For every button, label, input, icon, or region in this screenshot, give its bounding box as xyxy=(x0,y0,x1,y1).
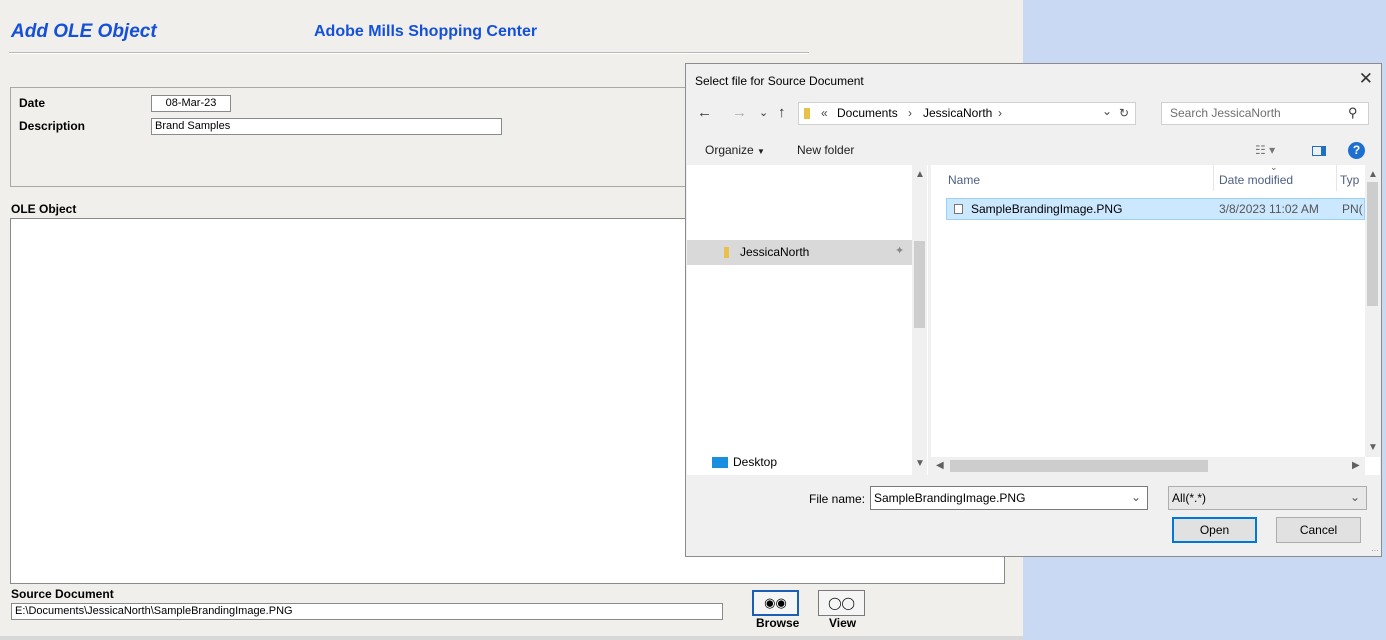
desktop-icon xyxy=(712,457,728,468)
form-title: Add OLE Object xyxy=(11,21,157,42)
breadcrumb-jessicanorth[interactable]: JessicaNorth xyxy=(923,103,992,124)
folder-icon xyxy=(804,108,810,119)
chevron-down-icon[interactable]: ⌄ xyxy=(1350,486,1360,508)
date-label: Date xyxy=(19,96,46,110)
search-input[interactable]: Search JessicaNorth xyxy=(1161,102,1369,125)
filter-value: All(*.*) xyxy=(1172,491,1207,505)
source-document-label: Source Document xyxy=(11,587,114,601)
column-header-date[interactable]: Date modified xyxy=(1219,173,1293,187)
scroll-up-icon[interactable]: ▲ xyxy=(1368,169,1378,180)
file-scroll-thumb[interactable] xyxy=(1367,182,1378,306)
description-label: Description xyxy=(19,119,86,133)
chevron-down-icon[interactable]: ⌄ xyxy=(1131,486,1141,508)
file-list-pane[interactable]: Name Date modified ⌄ Typ SampleBrandingI… xyxy=(931,162,1380,475)
search-icon[interactable]: ⚲ xyxy=(1348,105,1358,121)
scroll-left-icon[interactable]: ◀ xyxy=(936,460,944,471)
recent-locations-icon[interactable]: ⌄ xyxy=(759,106,768,119)
nav-item-label: Desktop xyxy=(733,455,778,469)
scroll-up-icon[interactable]: ▲ xyxy=(915,169,925,180)
nav-scroll-thumb[interactable] xyxy=(914,241,925,328)
column-divider xyxy=(1336,165,1337,191)
browse-button-label[interactable]: Browse xyxy=(756,616,799,630)
breadcrumb-documents[interactable]: Documents xyxy=(837,103,898,124)
file-name: SampleBrandingImage.PNG xyxy=(971,202,1123,216)
file-name-input[interactable]: SampleBrandingImage.PNG ⌄ xyxy=(870,486,1148,510)
sort-chevron-icon: ⌄ xyxy=(1270,162,1278,172)
file-name-label: File name: xyxy=(809,492,866,506)
column-divider xyxy=(1213,165,1214,191)
image-file-icon xyxy=(954,204,963,214)
status-strip xyxy=(0,636,1023,640)
file-open-dialog: Select file for Source Document ✕ ← → ⌄ … xyxy=(685,63,1382,557)
binoculars-icon: ◉◉ xyxy=(764,595,787,610)
help-icon[interactable]: ? xyxy=(1348,142,1365,159)
ole-object-label: OLE Object xyxy=(11,202,77,216)
new-folder-button[interactable]: New folder xyxy=(797,143,854,157)
view-options-icon[interactable]: ☷ ▾ xyxy=(1255,143,1275,157)
view-button-label[interactable]: View xyxy=(829,616,856,630)
description-field[interactable]: Brand Samples xyxy=(151,118,502,135)
title-divider xyxy=(9,52,809,54)
column-header-type[interactable]: Typ xyxy=(1340,173,1359,187)
scroll-right-icon[interactable]: ▶ xyxy=(1352,460,1360,471)
command-bar: Organize ▼ New folder ☷ ▾ ? xyxy=(686,138,1381,164)
breadcrumb-separator-icon: › xyxy=(908,106,912,120)
file-name-value: SampleBrandingImage.PNG xyxy=(874,491,1026,505)
cancel-button[interactable]: Cancel xyxy=(1276,517,1361,543)
browse-button[interactable]: ◉◉ xyxy=(752,590,799,616)
resize-grip-icon[interactable]: ⋯ xyxy=(1371,546,1379,555)
navigation-pane[interactable]: JessicaNorth ✦ Desktop ▲ ▼ xyxy=(687,165,928,475)
dialog-title: Select file for Source Document xyxy=(695,74,864,88)
up-icon[interactable]: ↑ xyxy=(778,104,786,121)
back-icon[interactable]: ← xyxy=(697,104,712,121)
address-bar[interactable]: « Documents › JessicaNorth › ⌄ ↻ xyxy=(798,102,1136,125)
address-dropdown-icon[interactable]: ⌄ xyxy=(1102,101,1112,122)
refresh-icon[interactable]: ↻ xyxy=(1119,103,1129,124)
view-button[interactable]: ◯◯ xyxy=(818,590,865,616)
dropdown-icon: ▼ xyxy=(757,147,765,156)
pin-icon[interactable]: ✦ xyxy=(895,244,904,257)
scroll-down-icon[interactable]: ▼ xyxy=(1368,442,1378,453)
organize-menu[interactable]: Organize ▼ xyxy=(705,143,765,157)
file-type-filter[interactable]: All(*.*) ⌄ xyxy=(1168,486,1367,510)
scroll-down-icon[interactable]: ▼ xyxy=(915,458,925,469)
folder-icon xyxy=(724,247,729,258)
nav-item-label: JessicaNorth xyxy=(740,245,810,259)
nav-item-jessicanorth[interactable]: JessicaNorth ✦ xyxy=(687,240,912,265)
source-document-field[interactable]: E:\Documents\JessicaNorth\SampleBranding… xyxy=(11,603,723,620)
close-icon[interactable]: ✕ xyxy=(1359,69,1373,89)
glasses-icon: ◯◯ xyxy=(828,596,855,610)
nav-scrollbar[interactable]: ▲ ▼ xyxy=(912,165,927,475)
file-list-hscrollbar[interactable]: ◀ ▶ xyxy=(931,457,1365,475)
file-list-vscrollbar[interactable]: ▲ ▼ xyxy=(1365,165,1380,457)
forward-icon[interactable]: → xyxy=(732,104,747,121)
file-date: 3/8/2023 11:02 AM xyxy=(1219,202,1319,216)
preview-pane-icon[interactable] xyxy=(1312,146,1326,156)
column-header-name[interactable]: Name xyxy=(948,173,980,187)
property-name: Adobe Mills Shopping Center xyxy=(314,23,538,40)
nav-item-desktop[interactable]: Desktop xyxy=(687,452,912,474)
open-button[interactable]: Open xyxy=(1172,517,1257,543)
overflow-chevron-icon[interactable]: « xyxy=(821,103,828,124)
file-type: PN( xyxy=(1342,202,1363,216)
file-row[interactable]: SampleBrandingImage.PNG 3/8/2023 11:02 A… xyxy=(946,198,1365,220)
date-field[interactable]: 08-Mar-23 xyxy=(151,95,231,112)
breadcrumb-expand-icon[interactable]: › xyxy=(998,103,1002,124)
file-hscroll-thumb[interactable] xyxy=(950,460,1208,472)
